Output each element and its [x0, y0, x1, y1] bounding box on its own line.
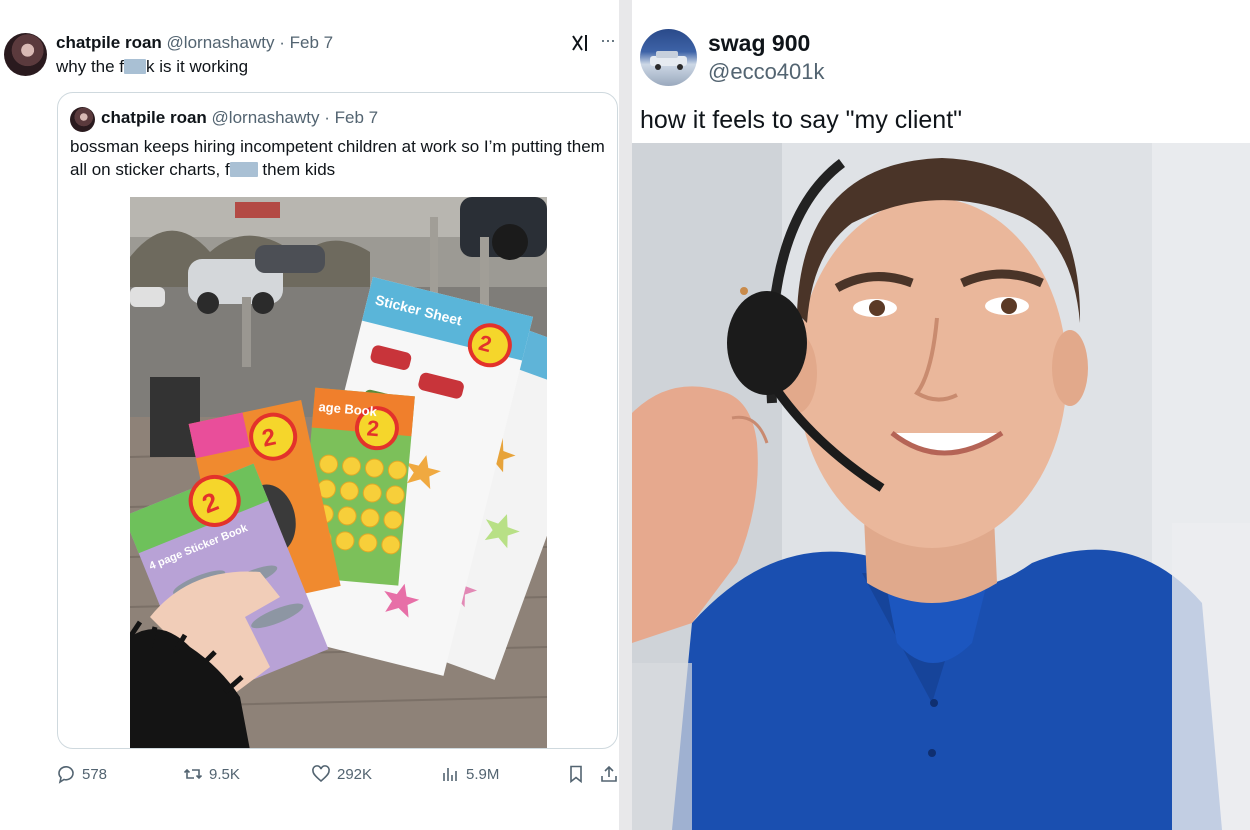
tweet-actions: 578 9.5K 292K 5.9M [0, 760, 619, 790]
sticker-charts-photo[interactable]: Sticker Sheet 2 2 age Book 2 2 4 page St… [130, 197, 547, 748]
tweet-header: chatpile roan @lornashawty · Feb 7 [56, 33, 333, 53]
more-options-icon[interactable]: ··· [600, 30, 616, 51]
tweet-text: why the f k is it working [56, 57, 248, 77]
bookmark-button[interactable] [566, 764, 586, 784]
views-button[interactable]: 5.9M [440, 764, 499, 784]
quote-text-end: them kids [257, 160, 336, 179]
tweet-text: how it feels to say "my client" [640, 106, 963, 134]
reply-icon [58, 765, 74, 784]
author-avatar[interactable] [4, 33, 47, 76]
tweet-date[interactable]: Feb 7 [290, 33, 333, 52]
quote-author-handle: @lornashawty [211, 108, 320, 127]
reply-button[interactable]: 578 [56, 764, 107, 784]
quote-separator-dot: · [324, 108, 330, 127]
quote-date: Feb 7 [334, 108, 379, 127]
quote-text-start: bossman keeps hiring incompetent childre… [70, 137, 605, 179]
view-count: 5.9M [466, 765, 500, 783]
quote-censor-blur [229, 162, 258, 177]
avatar-car-illustration [650, 51, 687, 70]
tweet-text-start: why the f [56, 57, 125, 76]
like-count: 292K [337, 765, 373, 783]
right-tweet: swag 900 @ecco401k how it feels to say "… [632, 0, 1250, 830]
share-icon [601, 765, 617, 782]
censor-blur [124, 59, 147, 74]
author-handle[interactable]: @ecco401k [708, 59, 825, 85]
share-button[interactable] [599, 764, 619, 784]
author-name[interactable]: chatpile roan [56, 33, 162, 52]
retweet-button[interactable]: 9.5K [183, 764, 240, 784]
left-tweet: chatpile roan @lornashawty · Feb 7 why t… [0, 0, 619, 830]
sticker-photo-illustration: Sticker Sheet 2 2 age Book 2 2 4 page St… [130, 197, 547, 748]
headset-man-illustration [632, 143, 1250, 830]
quote-author-avatar [70, 107, 95, 132]
quote-text: bossman keeps hiring incompetent childre… [70, 135, 615, 181]
retweet-count: 9.5K [209, 765, 240, 783]
panel-divider [619, 0, 632, 830]
like-button[interactable]: 292K [311, 764, 372, 784]
tweet-text-end: k is it working [146, 57, 249, 76]
author-handle[interactable]: @lornashawty [167, 33, 275, 52]
views-icon [443, 768, 457, 781]
headset-man-photo[interactable] [632, 143, 1250, 830]
heart-icon [312, 765, 330, 783]
quote-header: chatpile roan @lornashawty · Feb 7 [101, 108, 378, 128]
reply-count: 578 [82, 765, 108, 783]
retweet-icon [183, 768, 203, 780]
offer-label-2: 2 [366, 415, 380, 441]
author-avatar[interactable] [640, 29, 697, 86]
quote-author-name: chatpile roan [101, 108, 207, 127]
author-name[interactable]: swag 900 [708, 30, 810, 57]
grok-icon[interactable] [570, 33, 590, 53]
bookmark-icon [570, 765, 582, 784]
separator-dot: · [279, 33, 285, 52]
quoted-tweet[interactable]: chatpile roan @lornashawty · Feb 7 bossm… [57, 92, 618, 749]
